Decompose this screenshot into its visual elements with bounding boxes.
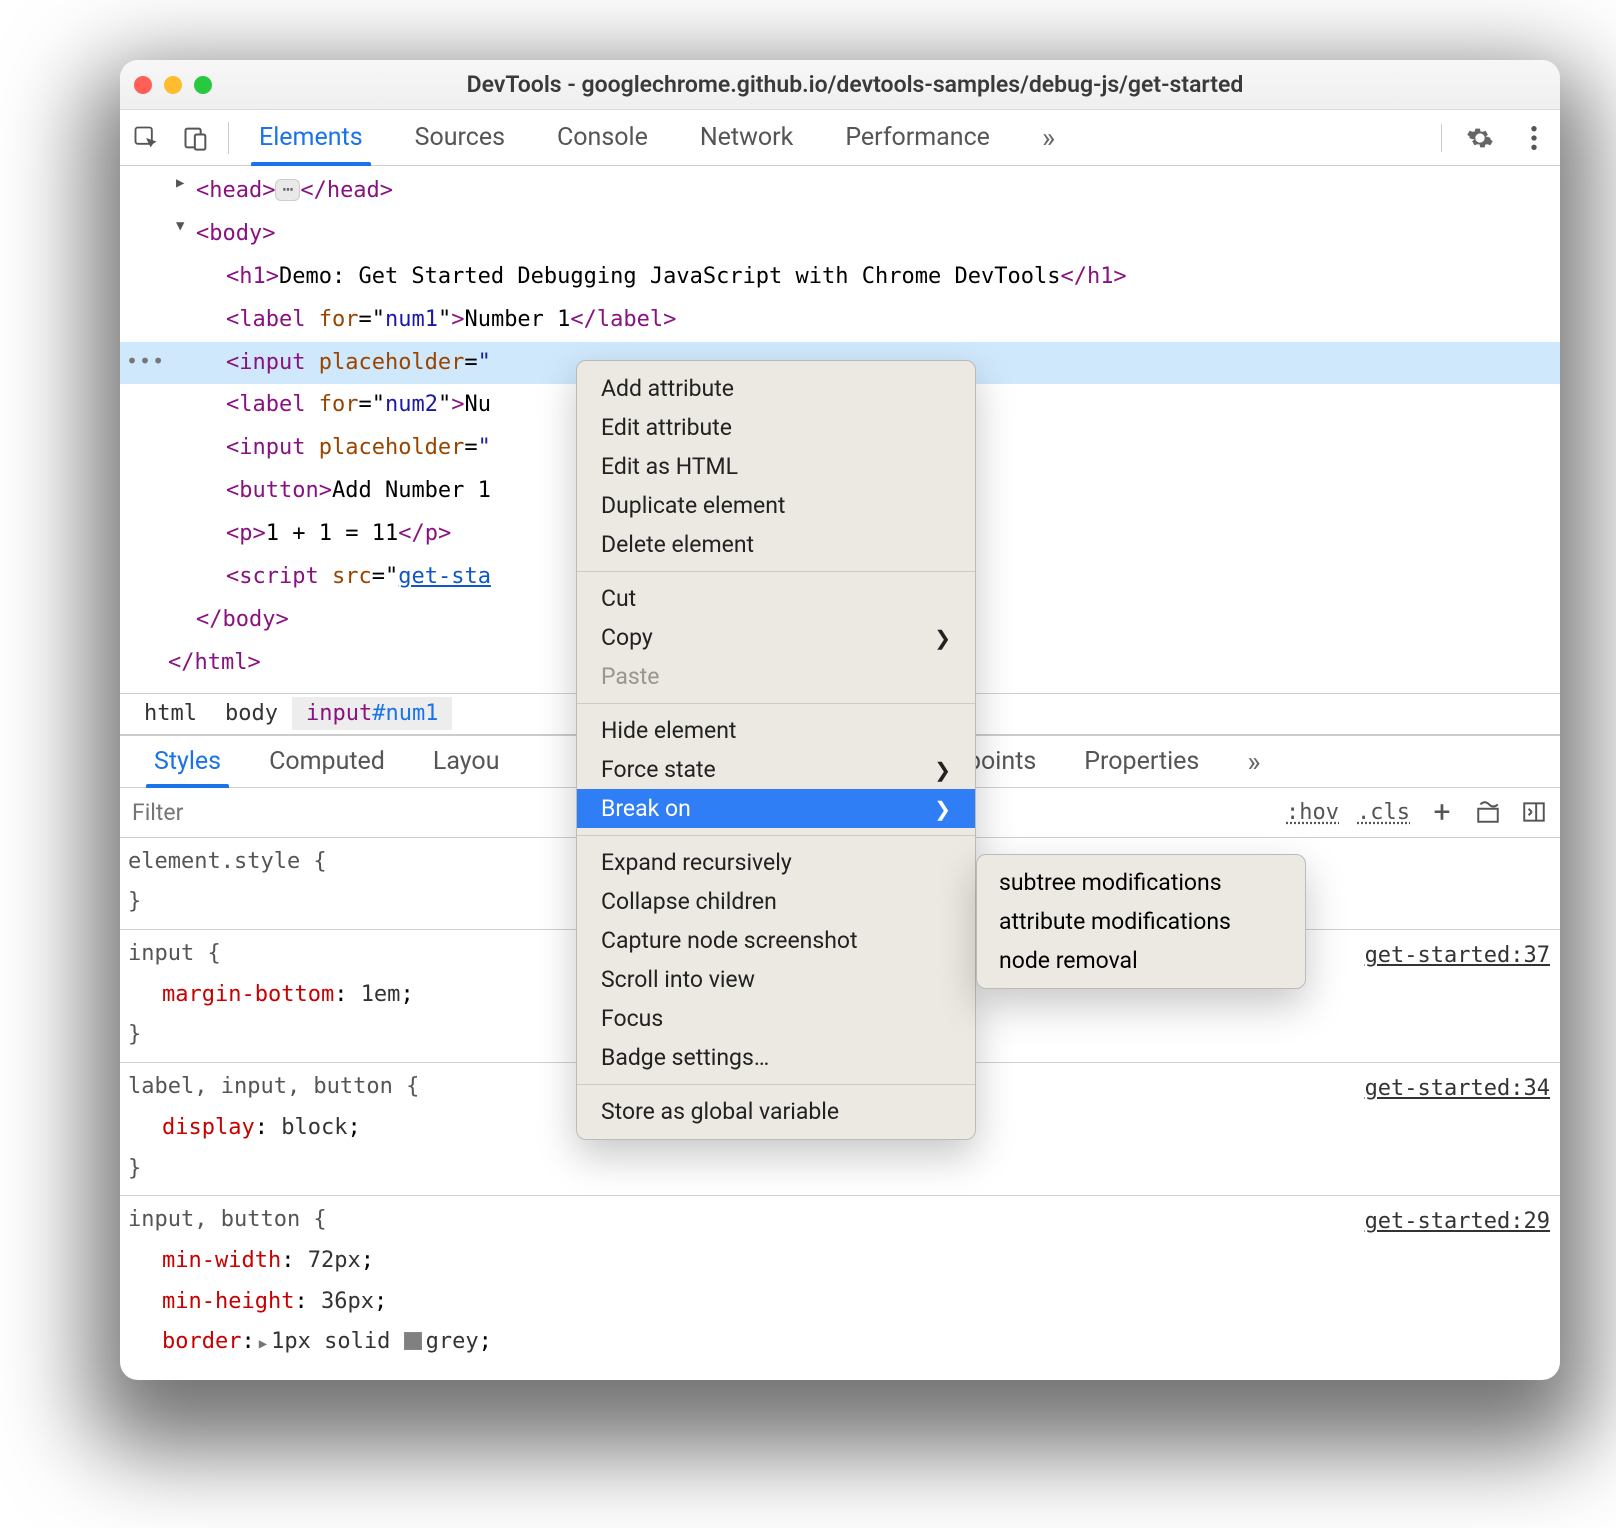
window-close-button[interactable]: [134, 76, 152, 94]
submenu-arrow-icon: ❯: [934, 797, 951, 821]
menu-duplicate-element[interactable]: Duplicate element: [577, 486, 975, 525]
menu-add-attribute[interactable]: Add attribute: [577, 369, 975, 408]
panel-tabs: Elements Sources Console Network Perform…: [233, 110, 1081, 165]
menu-edit-attribute[interactable]: Edit attribute: [577, 408, 975, 447]
css-property[interactable]: border:▶1px solid grey;: [128, 1322, 1552, 1363]
tab-performance[interactable]: Performance: [819, 110, 1016, 165]
css-property[interactable]: min-width: 72px;: [128, 1241, 1552, 1282]
subtab-properties[interactable]: Properties: [1060, 736, 1223, 787]
devtools-toolbar: Elements Sources Console Network Perform…: [120, 110, 1560, 166]
css-property[interactable]: min-height: 36px;: [128, 1282, 1552, 1323]
color-swatch-icon[interactable]: [404, 1332, 422, 1350]
submenu-subtree-modifications[interactable]: subtree modifications: [977, 863, 1305, 902]
menu-separator: [577, 1084, 975, 1085]
subtab-styles[interactable]: Styles: [130, 736, 245, 787]
submenu-arrow-icon: ❯: [934, 758, 951, 782]
dom-node-body-open[interactable]: ▼<body>: [120, 213, 1560, 256]
menu-delete-element[interactable]: Delete element: [577, 525, 975, 564]
submenu-arrow-icon: ❯: [934, 626, 951, 650]
dom-node-h1[interactable]: <h1>Demo: Get Started Debugging JavaScri…: [120, 256, 1560, 299]
menu-badge-settings[interactable]: Badge settings…: [577, 1038, 975, 1077]
break-on-submenu: subtree modifications attribute modifica…: [976, 854, 1306, 989]
toolbar-separator: [1441, 124, 1442, 152]
crumb-input-num1[interactable]: input#num1: [292, 697, 452, 730]
context-menu: Add attribute Edit attribute Edit as HTM…: [576, 360, 976, 1140]
window-titlebar: DevTools - googlechrome.github.io/devtoo…: [120, 60, 1560, 110]
window-minimize-button[interactable]: [164, 76, 182, 94]
crumb-body[interactable]: body: [211, 697, 292, 730]
menu-focus[interactable]: Focus: [577, 999, 975, 1038]
window-zoom-button[interactable]: [194, 76, 212, 94]
cls-toggle[interactable]: .cls: [1357, 800, 1410, 825]
menu-edit-as-html[interactable]: Edit as HTML: [577, 447, 975, 486]
dom-node-label1[interactable]: <label for="num1">Number 1</label>: [120, 299, 1560, 342]
tab-sources[interactable]: Sources: [389, 110, 531, 165]
submenu-attribute-modifications[interactable]: attribute modifications: [977, 902, 1305, 941]
menu-cut[interactable]: Cut: [577, 579, 975, 618]
computed-styles-icon[interactable]: [1474, 798, 1502, 826]
subtab-computed[interactable]: Computed: [245, 736, 409, 787]
menu-copy[interactable]: Copy❯: [577, 618, 975, 657]
menu-separator: [577, 835, 975, 836]
menu-store-as-global[interactable]: Store as global variable: [577, 1092, 975, 1131]
menu-expand-recursively[interactable]: Expand recursively: [577, 843, 975, 882]
menu-paste: Paste: [577, 657, 975, 696]
menu-scroll-into-view[interactable]: Scroll into view: [577, 960, 975, 999]
rule-input-button[interactable]: get-started:29 input, button { min-width…: [120, 1196, 1560, 1369]
more-subtabs-icon[interactable]: »: [1223, 736, 1284, 787]
menu-separator: [577, 571, 975, 572]
new-style-rule-plus-icon[interactable]: +: [1428, 798, 1456, 826]
hov-toggle[interactable]: :hov: [1286, 800, 1339, 825]
menu-collapse-children[interactable]: Collapse children: [577, 882, 975, 921]
menu-hide-element[interactable]: Hide element: [577, 711, 975, 750]
dom-node-head[interactable]: ▶<head>⋯</head>: [120, 170, 1560, 213]
rule-source-link[interactable]: get-started:29: [1365, 1202, 1550, 1243]
tab-network[interactable]: Network: [674, 110, 819, 165]
menu-separator: [577, 703, 975, 704]
subtab-layout[interactable]: Layou: [409, 736, 524, 787]
selected-node-dots-icon[interactable]: •••: [126, 342, 165, 381]
settings-gear-icon[interactable]: [1464, 122, 1496, 154]
submenu-node-removal[interactable]: node removal: [977, 941, 1305, 980]
expand-shorthand-icon[interactable]: ▶: [255, 1336, 271, 1352]
rule-source-link[interactable]: get-started:34: [1365, 1069, 1550, 1110]
rule-source-link[interactable]: get-started:37: [1365, 936, 1550, 977]
inspect-element-icon[interactable]: [130, 122, 162, 154]
tab-elements[interactable]: Elements: [233, 110, 389, 165]
more-tabs-icon[interactable]: »: [1016, 110, 1081, 165]
tab-console[interactable]: Console: [531, 110, 674, 165]
traffic-lights: [134, 76, 212, 94]
menu-capture-node-screenshot[interactable]: Capture node screenshot: [577, 921, 975, 960]
device-toolbar-icon[interactable]: [180, 122, 212, 154]
crumb-html[interactable]: html: [130, 697, 211, 730]
kebab-menu-icon[interactable]: [1518, 122, 1550, 154]
window-title: DevTools - googlechrome.github.io/devtoo…: [224, 71, 1546, 98]
toggle-sidebar-icon[interactable]: [1520, 798, 1548, 826]
collapsed-badge[interactable]: ⋯: [275, 179, 300, 201]
menu-break-on[interactable]: Break on❯: [577, 789, 975, 828]
menu-force-state[interactable]: Force state❯: [577, 750, 975, 789]
